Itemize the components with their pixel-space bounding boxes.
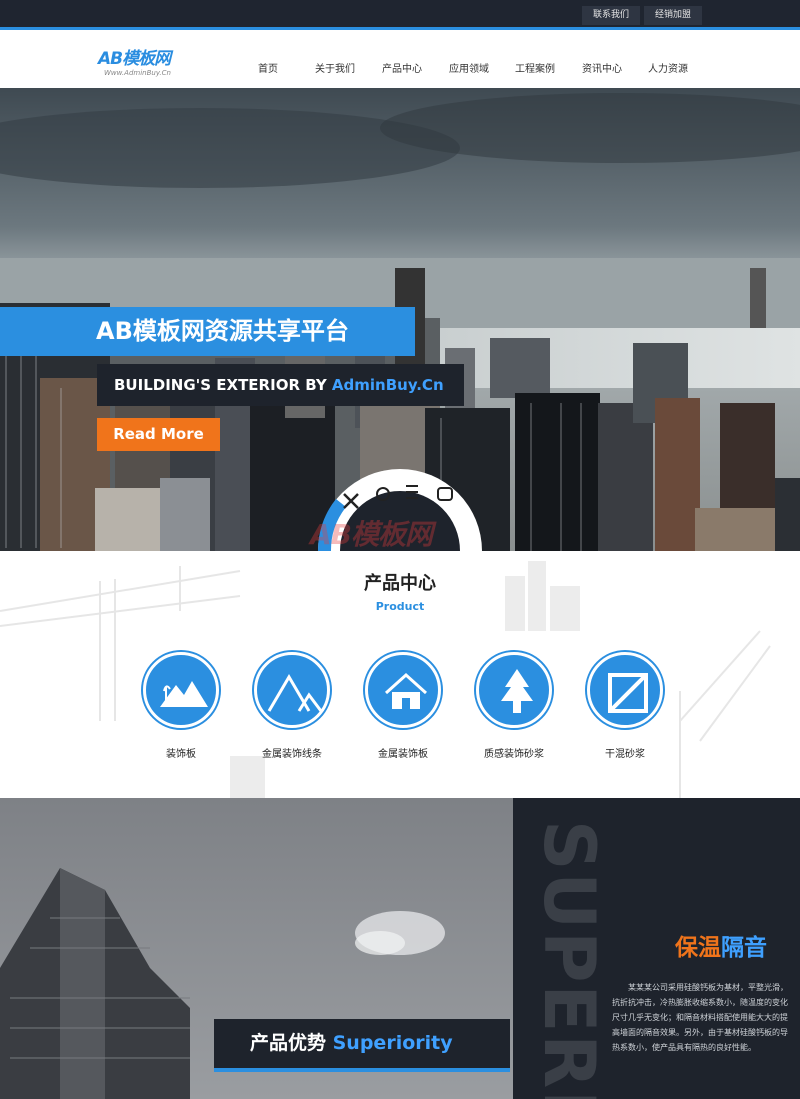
product-label[interactable]: 金属装饰板 [353, 745, 453, 760]
products-subtitle: Product [375, 600, 425, 613]
superiority-vertical-text: SUPERIORITY [528, 820, 610, 1099]
banner-headline: AB模板网资源共享平台 [0, 307, 415, 356]
advantage-description: 某某某公司采用硅酸钙板为基材，平整光滑，抗折抗冲击，冷热膨胀收缩系数小，随温度的… [612, 983, 788, 1052]
nav-item-cases[interactable]: 工程案例 [515, 63, 555, 77]
product-item-metal-trim[interactable] [254, 652, 330, 728]
product-item-texture-mortar[interactable] [476, 652, 552, 728]
tree-icon [501, 669, 533, 713]
product-label[interactable]: 干混砂浆 [575, 745, 675, 760]
wrench-icon [343, 493, 359, 509]
logo-sub-text: Www.AdminBuy.Cn [104, 69, 171, 77]
house-icon [384, 672, 428, 709]
nav-item-home[interactable]: 首页 [258, 63, 278, 77]
advantage-tag-prefix: 产品优势 [250, 1032, 333, 1054]
hero-banner: AB模板网资源共享平台 BUILDING'S EXTERIOR BY Admin… [0, 88, 800, 551]
truck-icon [437, 487, 453, 501]
nav-item-hr[interactable]: 人力资源 [648, 63, 688, 77]
nav-item-products[interactable]: 产品中心 [382, 63, 422, 77]
advantage-title-part2: 隔音 [721, 935, 767, 961]
drill-icon [406, 485, 418, 499]
product-label[interactable]: 装饰板 [131, 745, 231, 760]
logo-main-text: AB模板网 [98, 49, 171, 69]
nav-item-about[interactable]: 关于我们 [315, 63, 355, 77]
product-item-dry-mortar[interactable] [587, 652, 663, 728]
product-item-decorative-board[interactable] [143, 652, 219, 728]
dealer-link[interactable]: 经销加盟 [644, 6, 702, 25]
banner-subline: BUILDING'S EXTERIOR BY AdminBuy.Cn [97, 364, 464, 406]
read-more-button[interactable]: Read More [97, 418, 220, 451]
advantage-title: 保温隔音 [675, 928, 767, 962]
advantage-tag-highlight: Superiority [332, 1032, 453, 1054]
product-item-metal-panel[interactable] [365, 652, 441, 728]
watermark-logo: AB模板网 [310, 518, 433, 551]
gear-icon [376, 487, 390, 501]
mountain-icon [160, 681, 208, 707]
product-label[interactable]: 金属装饰线条 [242, 745, 342, 760]
nav-item-news[interactable]: 资讯中心 [582, 63, 622, 77]
contact-us-link[interactable]: 联系我们 [582, 6, 640, 25]
advantage-title-part1: 保温 [675, 935, 721, 961]
banner-subline-prefix: BUILDING'S EXTERIOR BY [114, 376, 332, 394]
products-title: 产品中心 [364, 573, 436, 594]
banner-subline-highlight: AdminBuy.Cn [331, 376, 444, 394]
site-logo[interactable]: AB模板网 Www.AdminBuy.Cn [98, 51, 193, 83]
nav-item-applications[interactable]: 应用领域 [449, 63, 489, 77]
product-label[interactable]: 质感装饰砂浆 [464, 745, 564, 760]
site-header: AB模板网 Www.AdminBuy.Cn 首页 关于我们 产品中心 应用领域 … [0, 33, 800, 88]
advantage-tag: 产品优势 Superiority [214, 1019, 510, 1072]
top-bar: 联系我们 经销加盟 [0, 0, 800, 30]
crate-icon [608, 673, 648, 713]
peaks-icon [267, 674, 323, 712]
